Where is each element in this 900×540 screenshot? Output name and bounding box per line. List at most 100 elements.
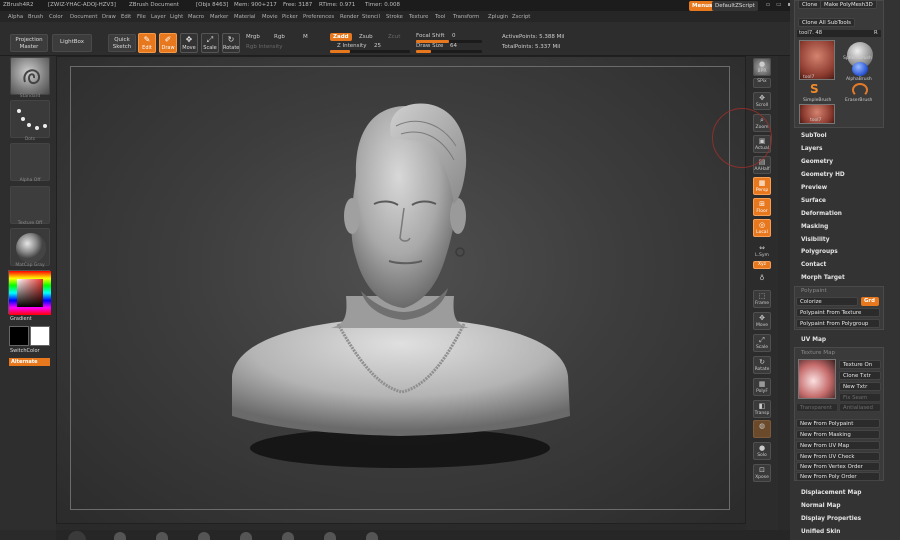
default-zscript-button[interactable]: DefaultZScript [712,1,758,11]
menu-zscript[interactable]: Zscript [512,14,530,20]
menu-transform[interactable]: Transform [453,14,479,20]
zadd-toggle[interactable]: Zadd [330,33,352,41]
rotate-mode-icon[interactable]: ♁ [753,272,771,284]
edit-button[interactable]: ✎ Edit [138,33,156,53]
brush-slot-icon[interactable] [198,532,210,540]
alpha-thumbnail[interactable] [10,143,50,181]
lightbox-button[interactable]: LightBox [52,34,92,52]
new-from-uv-check-button[interactable]: New From UV Check [796,452,880,461]
transp-button[interactable]: ◧ Transp [753,400,771,418]
menu-alpha[interactable]: Alpha [8,14,23,20]
ghost-button[interactable]: ◍ [753,420,771,438]
menu-texture[interactable]: Texture [409,14,428,20]
surface-section[interactable]: Surface [801,198,826,204]
new-txtr-button[interactable]: New Txtr [839,382,881,391]
display-properties-section[interactable]: Display Properties [801,516,861,522]
make-polymesh-button[interactable]: Make PolyMesh3D [820,0,877,9]
stroke-thumbnail[interactable] [10,100,50,138]
menu-render[interactable]: Render [340,14,359,20]
xpose-button[interactable]: ⊡ Xpose [753,464,771,482]
brush-slot-icon[interactable] [240,532,252,540]
move-button[interactable]: ✥ Move [180,33,198,53]
m-toggle[interactable]: M [303,34,308,40]
menu-preferences[interactable]: Preferences [303,14,334,20]
alpha-brush-icon[interactable] [852,62,868,76]
floor-button[interactable]: ⊞ Floor [753,198,771,216]
brush-slot-icon[interactable] [282,532,294,540]
menu-marker[interactable]: Marker [210,14,228,20]
displacement-map-section[interactable]: Displacement Map [801,490,861,496]
brush-slot-icon[interactable] [156,532,168,540]
new-from-polypaint-button[interactable]: New From Polypaint [796,419,880,428]
mrgb-toggle[interactable]: Mrgb [246,34,260,40]
menu-stencil[interactable]: Stencil [362,14,380,20]
switch-color-button[interactable]: SwitchColor [10,348,40,354]
new-from-uv-map-button[interactable]: New From UV Map [796,441,880,450]
scale-button[interactable]: ⤢ Scale [201,33,219,53]
fix-seam-button[interactable]: Fix Seam [839,393,881,402]
zcut-toggle[interactable]: Zcut [388,34,400,40]
morph-target-section[interactable]: Morph Target [801,275,845,281]
contact-section[interactable]: Contact [801,262,826,268]
draw-button[interactable]: ✐ Draw [159,33,177,53]
solo-button[interactable]: ● Solo [753,442,771,460]
menu-file[interactable]: File [137,14,146,20]
spix-button[interactable]: SPix [753,78,771,88]
primary-color-swatch[interactable] [9,326,29,346]
visibility-section[interactable]: Visibility [801,237,829,243]
view-rotation-ring-icon[interactable] [712,108,772,168]
quick-sketch-button[interactable]: Quick Sketch [108,34,136,52]
move-view-button[interactable]: ✥ Move [753,312,771,330]
menu-color[interactable]: Color [49,14,63,20]
brush-slot-icon[interactable] [114,532,126,540]
menu-macro[interactable]: Macro [188,14,204,20]
scroll-button[interactable]: ✥ Scroll [753,92,771,110]
new-from-poly-order-button[interactable]: New From Poly Order [796,472,880,481]
menu-zplugin[interactable]: Zplugin [488,14,508,20]
menu-edit[interactable]: Edit [121,14,131,20]
polygroups-section[interactable]: Polygroups [801,249,838,255]
menu-layer[interactable]: Layer [151,14,166,20]
clone-all-subtools-button[interactable]: Clone All SubTools [798,18,855,27]
texture-thumbnail[interactable] [10,186,50,224]
material-thumbnail[interactable] [10,228,50,266]
uv-map-section[interactable]: UV Map [801,337,826,343]
geometry-hd-section[interactable]: Geometry HD [801,172,845,178]
tool-r-button[interactable]: R [874,30,878,36]
menu-picker[interactable]: Picker [282,14,298,20]
tool-thumb-current[interactable] [799,40,835,80]
projection-master-button[interactable]: Projection Master [10,34,48,52]
secondary-color-swatch[interactable] [30,326,50,346]
menu-draw[interactable]: Draw [102,14,116,20]
bpr-button[interactable]: ● BPR [753,58,771,76]
new-from-vertex-order-button[interactable]: New From Vertex Order [796,462,880,471]
brush-slot-icon[interactable] [324,532,336,540]
rotate-button[interactable]: ↻ Rotate [222,33,240,53]
scale-view-button[interactable]: ⤢ Scale [753,334,771,352]
menu-light[interactable]: Light [170,14,183,20]
texture-on-button[interactable]: Texture On [839,360,881,369]
polypaint-from-polygroup-button[interactable]: Polypaint From Polygroup [796,319,880,328]
polypaint-from-texture-button[interactable]: Polypaint From Texture [796,308,880,317]
unified-skin-section[interactable]: Unified Skin [801,529,840,535]
sculpt-bust-model[interactable] [56,56,746,524]
subtool-section[interactable]: SubTool [801,133,827,139]
geometry-section[interactable]: Geometry [801,159,833,165]
frame-button[interactable]: ⬚ Frame [753,290,771,308]
simple-brush-icon[interactable]: S [810,82,819,96]
texture-map-header[interactable]: Texture Map [801,350,835,356]
menu-document[interactable]: Document [70,14,97,20]
xyz-button[interactable]: Xyz [753,261,771,269]
menu-movie[interactable]: Movie [262,14,278,20]
tool-name-slider[interactable]: tool7. 48 [797,30,881,37]
menu-stroke[interactable]: Stroke [386,14,403,20]
new-from-masking-button[interactable]: New From Masking [796,430,880,439]
persp-button[interactable]: ▦ Persp [753,177,771,195]
draw-size-slider[interactable] [416,50,482,53]
colorize-toggle[interactable]: Colorize [796,297,858,306]
lsym-button[interactable]: ⇔ L.Sym [753,242,771,260]
rotate-view-button[interactable]: ↻ Rotate [753,356,771,374]
menu-material[interactable]: Material [234,14,256,20]
eraser-brush-icon[interactable] [852,83,868,97]
grd-toggle[interactable]: Grd [861,297,879,306]
